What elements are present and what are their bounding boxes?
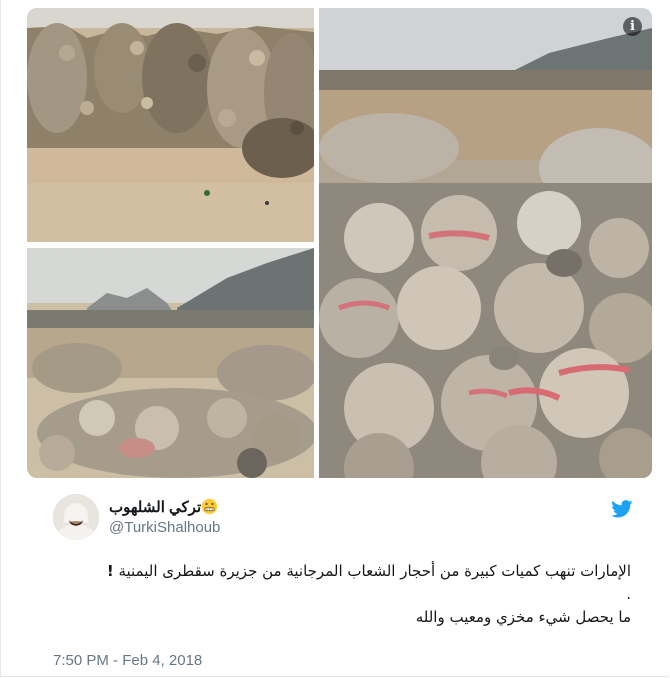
embedded-tweet-card: i تركي الشلهوب @TurkiShalhoub الإمارات ت… xyxy=(0,0,669,677)
avatar[interactable] xyxy=(53,494,99,540)
tweet-author: تركي الشلهوب @TurkiShalhoub xyxy=(53,494,633,542)
avatar-image xyxy=(53,494,99,540)
twitter-bird-icon[interactable] xyxy=(611,500,633,518)
grimacing-zipper-face-emoji xyxy=(201,498,218,515)
tweet-line-1-mark: ! xyxy=(106,562,114,580)
author-screen-name[interactable]: @TurkiShalhoub xyxy=(109,519,220,536)
media-grid: i xyxy=(27,8,652,478)
coral-stones-photo-1[interactable] xyxy=(27,8,314,242)
info-icon[interactable]: i xyxy=(623,17,642,36)
tweet-line-3: ما يحصل شيء مخزي ومعيب والله xyxy=(415,608,631,626)
photo-3-illustration xyxy=(319,8,652,478)
tweet-text: الإمارات تنهب كميات كبيرة من أحجار الشعا… xyxy=(53,560,631,629)
author-display-name-text: تركي الشلهوب xyxy=(109,499,202,516)
coral-stones-photo-3[interactable]: i xyxy=(319,8,652,478)
author-display-name[interactable]: تركي الشلهوب xyxy=(109,498,220,516)
tweet-line-1: الإمارات تنهب كميات كبيرة من أحجار الشعا… xyxy=(53,560,631,583)
coral-stones-photo-2[interactable] xyxy=(27,248,314,478)
tweet-timestamp[interactable]: 7:50 PM - Feb 4, 2018 xyxy=(53,652,202,669)
photo-2-illustration xyxy=(27,248,314,478)
photo-1-illustration xyxy=(27,8,314,242)
tweet-line-2: . xyxy=(626,585,631,603)
tweet-line-1-text: الإمارات تنهب كميات كبيرة من أحجار الشعا… xyxy=(118,562,631,580)
